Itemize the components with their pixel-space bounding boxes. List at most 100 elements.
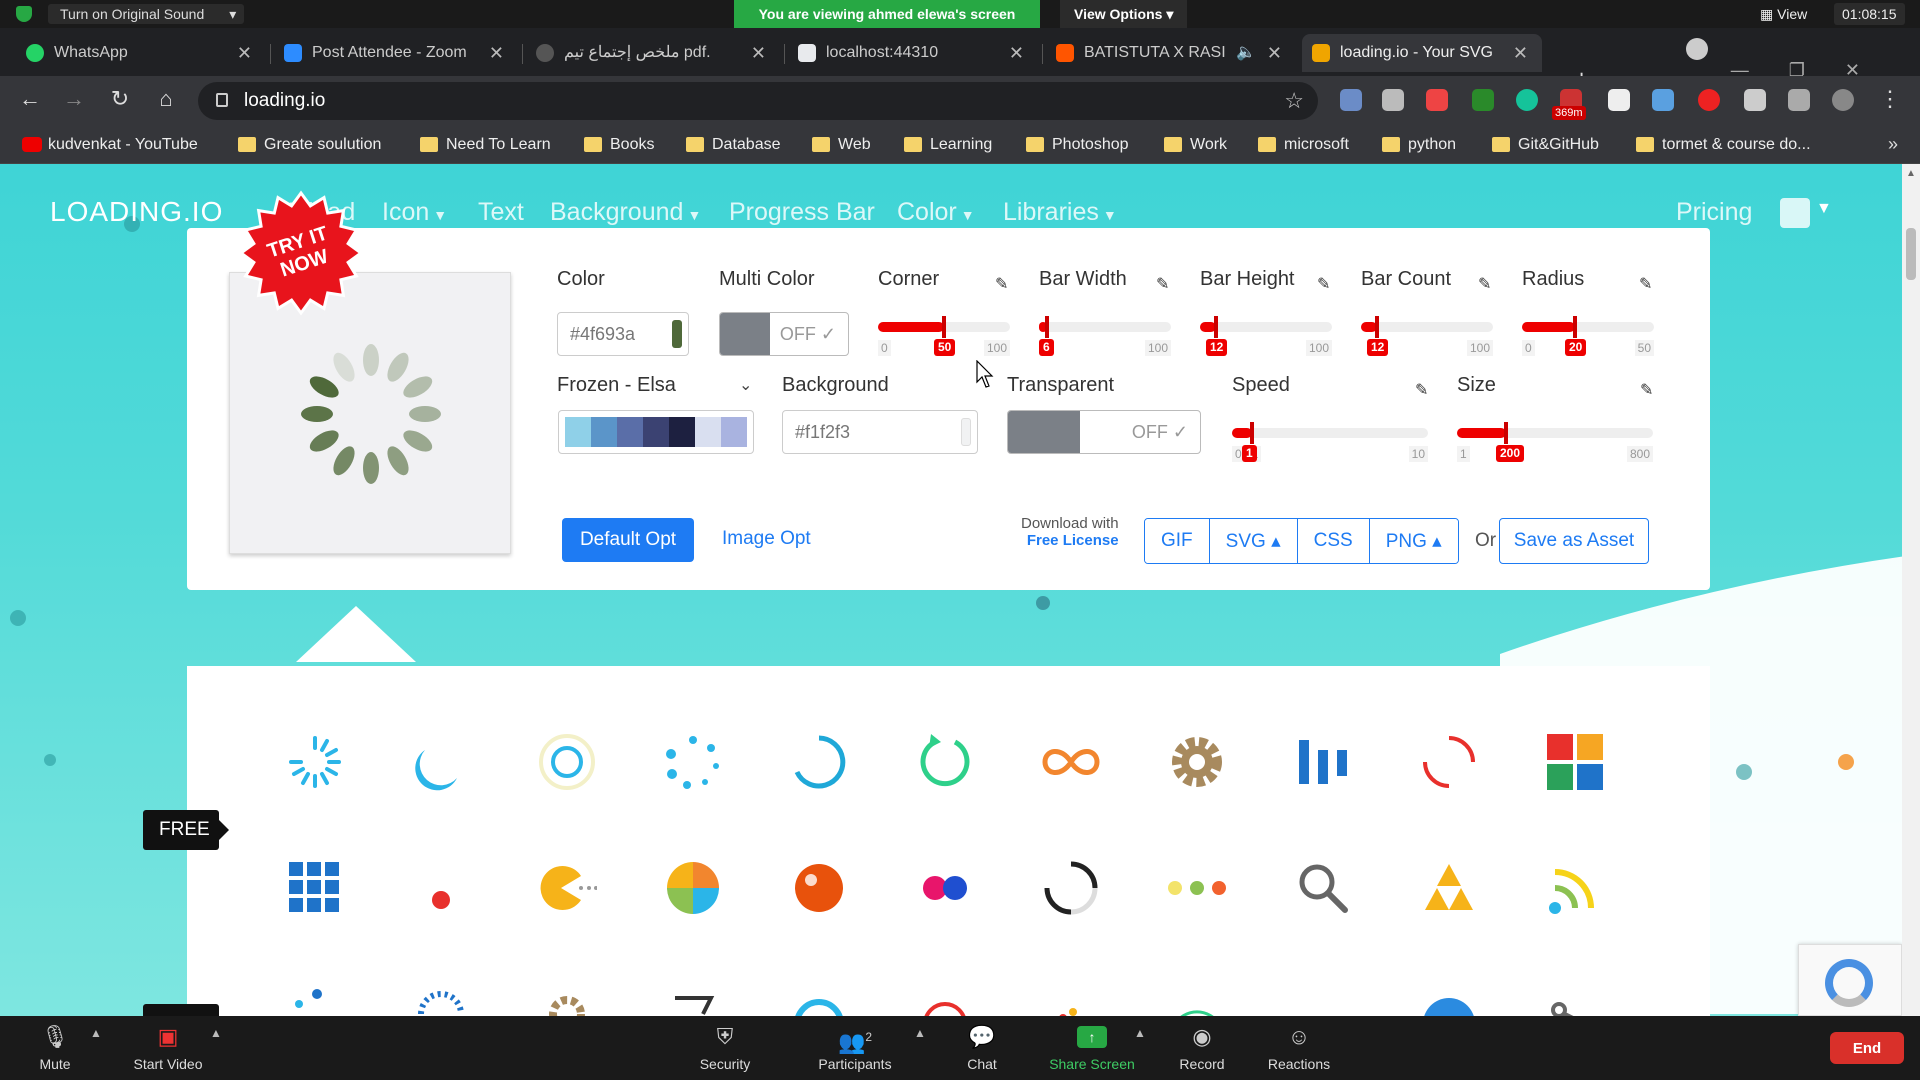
- nav-pricing[interactable]: Pricing: [1676, 198, 1752, 227]
- spinner-partial-icon[interactable]: [1545, 984, 1605, 1016]
- caret-down-icon[interactable]: ▼: [1816, 200, 1832, 218]
- reading-list-icon[interactable]: [1788, 89, 1810, 111]
- security-button[interactable]: ⛨ Security: [690, 1016, 760, 1080]
- notion-icon[interactable]: [1608, 89, 1630, 111]
- spinner-double-arc-icon[interactable]: [1419, 732, 1479, 792]
- spinner-partial-icon[interactable]: [411, 984, 471, 1016]
- site-logo[interactable]: LOADING.IO: [50, 196, 223, 228]
- chevron-down-icon[interactable]: ▾: [229, 4, 236, 24]
- end-meeting-button[interactable]: End: [1830, 1032, 1904, 1064]
- background-input[interactable]: #f1f2f3: [782, 410, 978, 454]
- spinner-ball-icon[interactable]: [789, 858, 849, 918]
- tab-pdf[interactable]: ملخص إجتماع تيم pdf. ✕: [526, 34, 780, 72]
- download-gif-button[interactable]: GIF: [1145, 519, 1209, 563]
- download-png-button[interactable]: PNG ▴: [1368, 519, 1458, 563]
- spinner-magnifier-icon[interactable]: [1293, 858, 1353, 918]
- close-icon[interactable]: ✕: [1513, 34, 1528, 72]
- spinner-ring-icon[interactable]: [537, 732, 597, 792]
- download-svg-button[interactable]: SVG ▴: [1208, 519, 1297, 563]
- spinner-dots-icon[interactable]: [663, 732, 723, 792]
- nav-libraries[interactable]: Libraries ▼: [1003, 198, 1117, 227]
- color-swatch[interactable]: [672, 320, 682, 348]
- scroll-thumb[interactable]: [1906, 228, 1916, 280]
- bookmark-item[interactable]: python: [1380, 134, 1456, 156]
- nav-color[interactable]: Color ▼: [897, 198, 975, 227]
- back-icon[interactable]: ←: [14, 86, 46, 112]
- home-icon[interactable]: ⌂: [150, 86, 182, 112]
- pen-extension-icon[interactable]: [1340, 89, 1362, 111]
- spinner-refresh-icon[interactable]: [915, 732, 975, 792]
- screenshot-extension-icon[interactable]: [1652, 89, 1674, 111]
- bookmark-item[interactable]: Need To Learn: [418, 134, 551, 156]
- bookmark-item[interactable]: Books: [582, 134, 654, 156]
- pencil-icon[interactable]: ✎: [1156, 274, 1170, 293]
- spinner-bounce-dot-icon[interactable]: [411, 858, 471, 918]
- view-options-button[interactable]: View Options ▾: [1060, 0, 1188, 28]
- close-icon[interactable]: ✕: [1267, 34, 1282, 72]
- spinner-bars-icon[interactable]: [1293, 732, 1353, 792]
- spinner-globe-icon[interactable]: [1419, 984, 1479, 1016]
- pencil-icon[interactable]: ✎: [1415, 380, 1429, 399]
- spinner-two-dots-icon[interactable]: [915, 858, 975, 918]
- kebab-menu-icon[interactable]: ⋮: [1874, 86, 1906, 112]
- chevron-up-icon[interactable]: ▲: [90, 1026, 102, 1040]
- avatar[interactable]: [1832, 89, 1854, 111]
- spinner-pacman-icon[interactable]: [537, 858, 598, 918]
- original-sound-button[interactable]: Turn on Original Sound ▾: [48, 4, 245, 24]
- default-opt-button[interactable]: Default Opt: [562, 518, 694, 562]
- spinner-partial-icon[interactable]: [1167, 984, 1227, 1016]
- bookmark-item[interactable]: Database: [684, 134, 781, 156]
- tab-whatsapp[interactable]: WhatsApp ✕: [16, 34, 266, 72]
- record-button[interactable]: ◉ Record: [1176, 1016, 1228, 1080]
- tab-localhost[interactable]: localhost:44310 ✕: [788, 34, 1038, 72]
- pencil-icon[interactable]: ✎: [1317, 274, 1331, 293]
- close-icon[interactable]: ✕: [1009, 34, 1024, 72]
- spinner-partial-icon[interactable]: [285, 984, 345, 1016]
- corner-slider[interactable]: 0 100 50: [878, 314, 1010, 356]
- tab-zoom[interactable]: Post Attendee - Zoom ✕: [274, 34, 518, 72]
- nav-text[interactable]: Text: [478, 198, 524, 227]
- bookmark-item[interactable]: kudvenkat - YouTube: [20, 134, 198, 156]
- bar-width-slider[interactable]: 100 6: [1039, 314, 1171, 356]
- bookmark-item[interactable]: tormet & course do...: [1634, 134, 1811, 156]
- bar-count-slider[interactable]: 100 12: [1361, 314, 1493, 356]
- spinner-crescent-icon[interactable]: [411, 732, 471, 792]
- nav-icon[interactable]: Icon ▼: [382, 198, 447, 227]
- pencil-icon[interactable]: ✎: [995, 274, 1009, 293]
- close-icon[interactable]: ✕: [751, 34, 766, 72]
- forward-icon[interactable]: →: [58, 86, 90, 112]
- free-license-link[interactable]: Free License: [1021, 532, 1119, 549]
- size-slider[interactable]: 1 800 200: [1457, 420, 1653, 462]
- color-input[interactable]: #4f693a: [557, 312, 689, 356]
- reload-icon[interactable]: ↻: [104, 86, 136, 112]
- download-css-button[interactable]: CSS: [1296, 519, 1369, 563]
- tab-search-icon[interactable]: [1686, 38, 1708, 60]
- spinner-squares-icon[interactable]: [1545, 732, 1605, 792]
- spinner-grid-icon[interactable]: [285, 858, 345, 918]
- spinner-infinity-icon[interactable]: [1041, 732, 1101, 792]
- chevron-up-icon[interactable]: ▲: [210, 1026, 222, 1040]
- pencil-icon[interactable]: ✎: [1478, 274, 1492, 293]
- bookmark-item[interactable]: Learning: [902, 134, 992, 156]
- chat-button[interactable]: 💬 Chat: [962, 1016, 1002, 1080]
- speaker-icon[interactable]: 🔈: [1236, 34, 1256, 72]
- extension-icon[interactable]: [1382, 89, 1404, 111]
- tab-soundcloud[interactable]: BATISTUTA X RASI 🔈 ✕: [1046, 34, 1296, 72]
- star-icon[interactable]: ☆: [1284, 82, 1304, 120]
- scroll-up-icon[interactable]: ▲: [1906, 168, 1916, 179]
- multicolor-toggle[interactable]: OFF ✓: [719, 312, 849, 356]
- double-chevron-down-icon[interactable]: ⌄: [739, 375, 752, 395]
- background-swatch[interactable]: [961, 418, 971, 446]
- video-extension-icon[interactable]: [1426, 89, 1448, 111]
- user-avatar[interactable]: [1780, 198, 1810, 228]
- spinner-partial-icon[interactable]: [789, 984, 849, 1016]
- radius-slider[interactable]: 0 50 20: [1522, 314, 1654, 356]
- transparent-toggle[interactable]: OFF ✓: [1007, 410, 1201, 454]
- page-scrollbar[interactable]: ▲: [1902, 164, 1920, 1016]
- image-opt-button[interactable]: Image Opt: [722, 528, 811, 550]
- save-as-asset-button[interactable]: Save as Asset: [1499, 518, 1649, 564]
- spinner-three-dots-icon[interactable]: [1167, 858, 1227, 918]
- chevron-up-icon[interactable]: ▲: [1134, 1026, 1146, 1040]
- spinner-lines-icon[interactable]: [285, 732, 345, 792]
- leaf-extension-icon[interactable]: [1472, 89, 1494, 111]
